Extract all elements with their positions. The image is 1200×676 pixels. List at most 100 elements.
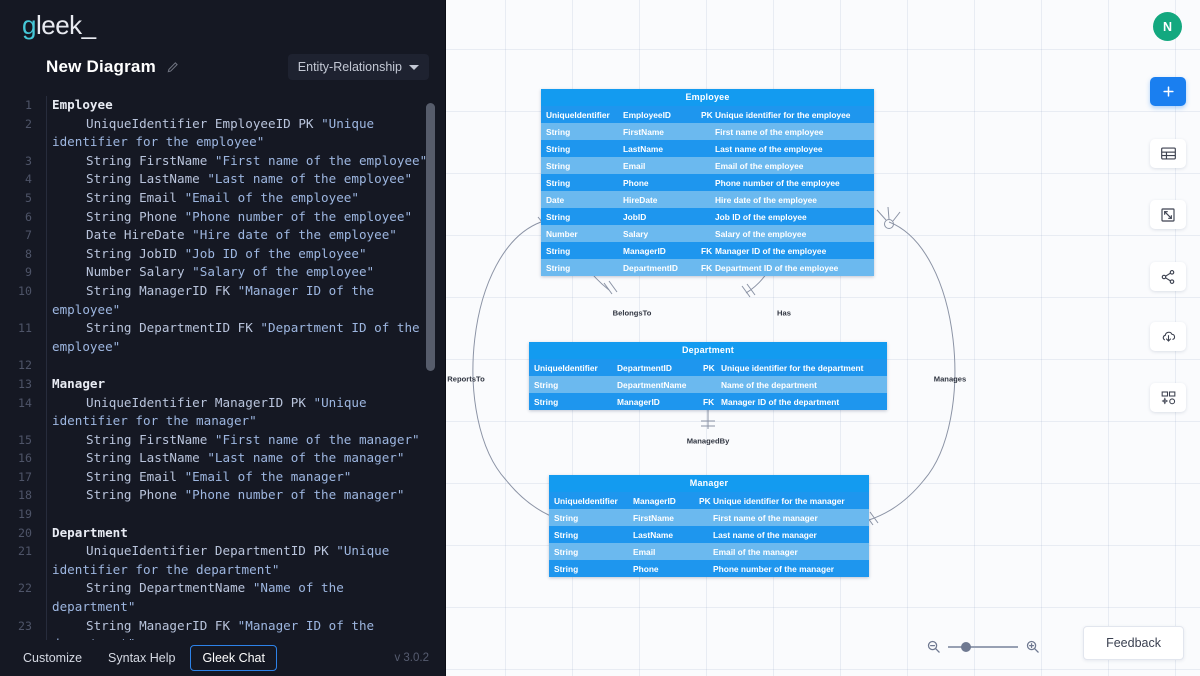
diagram-type-select[interactable]: Entity-Relationship (287, 54, 429, 80)
fit-screen-button[interactable] (1150, 200, 1186, 229)
er-table-department[interactable]: Department UniqueIdentifier DepartmentID PK… (529, 342, 887, 410)
er-table-row[interactable]: UniqueIdentifier DepartmentID PK Unique ide… (529, 359, 887, 376)
er-table-row[interactable]: String DepartmentID FK Department ID of the… (541, 259, 874, 276)
app-logo[interactable]: gleek_ (0, 0, 445, 44)
zoom-control[interactable] (926, 639, 1040, 654)
code-line-text[interactable]: String DepartmentID FK "Department ID of… (44, 319, 434, 356)
er-table-row[interactable]: String Email Email of the employee (541, 157, 874, 174)
code-line[interactable]: 7 Date HireDate "Hire date of the employe… (0, 226, 445, 245)
er-table-row[interactable]: String LastName Last name of the manager (549, 526, 869, 543)
er-table-row[interactable]: String FirstName First name of the manager (549, 509, 869, 526)
code-line[interactable]: 20 Department (0, 524, 445, 543)
add-button[interactable] (1150, 77, 1186, 106)
code-line-text[interactable]: UniqueIdentifier ManagerID PK "Unique id… (44, 394, 434, 431)
code-line-text[interactable] (44, 505, 434, 524)
diagram-canvas[interactable]: Employee UniqueIdentifier EmployeeID PK Uniq… (446, 0, 1200, 676)
code-line[interactable]: 22 String DepartmentName "Name of the dep… (0, 579, 445, 616)
code-line[interactable]: 23 String ManagerID FK "Manager ID of the… (0, 617, 445, 640)
pencil-icon[interactable] (166, 60, 180, 74)
share-button[interactable] (1150, 262, 1186, 291)
code-line-text[interactable]: String DepartmentName "Name of the depar… (44, 579, 434, 616)
er-table-manager[interactable]: Manager UniqueIdentifier ManagerID PK Unique… (549, 475, 869, 577)
layout-button[interactable] (1150, 383, 1186, 412)
avatar[interactable]: N (1153, 12, 1182, 41)
zoom-slider-track[interactable] (948, 641, 1018, 652)
code-line-text[interactable] (44, 356, 434, 375)
zoom-in-icon[interactable] (1025, 639, 1040, 654)
code-line-text[interactable]: String FirstName "First name of the empl… (44, 152, 434, 171)
code-line[interactable]: 19 (0, 505, 445, 524)
syntax-help-button[interactable]: Syntax Help (97, 646, 186, 670)
code-line[interactable]: 17 String Email "Email of the manager" (0, 468, 445, 487)
er-table-row[interactable]: String Phone Phone number of the manager (549, 560, 869, 577)
zoom-out-icon[interactable] (926, 639, 941, 654)
code-line-text[interactable]: String Email "Email of the manager" (44, 468, 434, 487)
code-line-text[interactable]: Department (44, 524, 434, 543)
table-button[interactable] (1150, 139, 1186, 168)
code-line[interactable]: 4 String LastName "Last name of the emplo… (0, 170, 445, 189)
code-line[interactable]: 2 UniqueIdentifier EmployeeID PK "Unique … (0, 115, 445, 152)
code-line[interactable]: 14 UniqueIdentifier ManagerID PK "Unique … (0, 394, 445, 431)
er-table-row[interactable]: String LastName Last name of the employee (541, 140, 874, 157)
er-table-row[interactable]: String DepartmentName Name of the departme… (529, 376, 887, 393)
code-line-text[interactable]: UniqueIdentifier EmployeeID PK "Unique i… (44, 115, 434, 152)
er-table-row[interactable]: UniqueIdentifier EmployeeID PK Unique ident… (541, 106, 874, 123)
token-type: String (86, 468, 140, 484)
er-table-row[interactable]: String ManagerID FK Manager ID of the emplo… (541, 242, 874, 259)
gleek-chat-button[interactable]: Gleek Chat (190, 645, 277, 671)
editor-scrollbar-track[interactable] (426, 96, 440, 640)
er-table-row[interactable]: String JobID Job ID of the employee (541, 208, 874, 225)
code-line[interactable]: 18 String Phone "Phone number of the mana… (0, 486, 445, 505)
code-line[interactable]: 13 Manager (0, 375, 445, 394)
editor-scrollbar-thumb[interactable] (426, 103, 435, 371)
er-table-row[interactable]: Number Salary Salary of the employee (541, 225, 874, 242)
code-line[interactable]: 15 String FirstName "First name of the ma… (0, 431, 445, 450)
code-line[interactable]: 6 String Phone "Phone number of the emplo… (0, 208, 445, 227)
er-table-row[interactable]: String Email Email of the manager (549, 543, 869, 560)
token-type: String (86, 487, 140, 503)
code-editor[interactable]: 1 Employee 2 UniqueIdentifier EmployeeID PK… (0, 96, 445, 640)
code-line-text[interactable]: Date HireDate "Hire date of the employee… (44, 226, 434, 245)
er-cell-type: String (554, 529, 579, 540)
zoom-slider-thumb[interactable] (961, 641, 971, 652)
code-line-text[interactable]: String ManagerID FK "Manager ID of the e… (44, 282, 434, 319)
code-line[interactable]: 16 String LastName "Last name of the mana… (0, 449, 445, 468)
er-table-row[interactable]: UniqueIdentifier ManagerID PK Unique identi… (549, 492, 869, 509)
line-number: 15 (18, 432, 32, 447)
code-line[interactable]: 1 Employee (0, 96, 445, 115)
code-lines[interactable]: 1 Employee 2 UniqueIdentifier EmployeeID PK… (0, 96, 445, 640)
code-line-text[interactable]: Employee (44, 96, 434, 115)
code-line[interactable]: 11 String DepartmentID FK "Department ID … (0, 319, 445, 356)
code-line[interactable]: 5 String Email "Email of the employee" (0, 189, 445, 208)
code-line[interactable]: 10 String ManagerID FK "Manager ID of the… (0, 282, 445, 319)
code-line[interactable]: 3 String FirstName "First name of the emp… (0, 152, 445, 171)
er-table-row[interactable]: String FirstName First name of the employe… (541, 123, 874, 140)
code-line[interactable]: 8 String JobID "Job ID of the employee" (0, 245, 445, 264)
er-cell-desc: Salary of the employee (715, 228, 807, 239)
code-line-text[interactable]: String LastName "Last name of the manage… (44, 449, 434, 468)
code-line-text[interactable]: String JobID "Job ID of the employee" (44, 245, 434, 264)
export-button[interactable] (1150, 322, 1186, 351)
code-line-text[interactable]: String FirstName "First name of the mana… (44, 431, 434, 450)
er-table-row[interactable]: String ManagerID FK Manager ID of the depar… (529, 393, 887, 410)
page-title[interactable]: New Diagram (46, 57, 156, 77)
code-line-text[interactable]: String ManagerID FK "Manager ID of the d… (44, 617, 434, 640)
line-number: 11 (18, 321, 32, 336)
token-type: Number (86, 264, 140, 280)
code-line[interactable]: 12 (0, 356, 445, 375)
customize-button[interactable]: Customize (12, 646, 93, 670)
code-line-text[interactable]: Number Salary "Salary of the employee" (44, 263, 434, 282)
code-line-text[interactable]: String Phone "Phone number of the employ… (44, 208, 434, 227)
er-table-row[interactable]: Date HireDate Hire date of the employee (541, 191, 874, 208)
code-line-text[interactable]: String Phone "Phone number of the manage… (44, 486, 434, 505)
code-line[interactable]: 9 Number Salary "Salary of the employee" (0, 263, 445, 282)
version-label: v 3.0.2 (394, 652, 429, 664)
code-line-text[interactable]: String LastName "Last name of the employ… (44, 170, 434, 189)
code-line-text[interactable]: String Email "Email of the employee" (44, 189, 434, 208)
er-table-row[interactable]: String Phone Phone number of the employee (541, 174, 874, 191)
feedback-button[interactable]: Feedback (1083, 626, 1184, 660)
code-line-text[interactable]: Manager (44, 375, 434, 394)
er-table-employee[interactable]: Employee UniqueIdentifier EmployeeID PK Uniq… (541, 89, 874, 276)
code-line[interactable]: 21 UniqueIdentifier DepartmentID PK "Uniq… (0, 542, 445, 579)
code-line-text[interactable]: UniqueIdentifier DepartmentID PK "Unique… (44, 542, 434, 579)
